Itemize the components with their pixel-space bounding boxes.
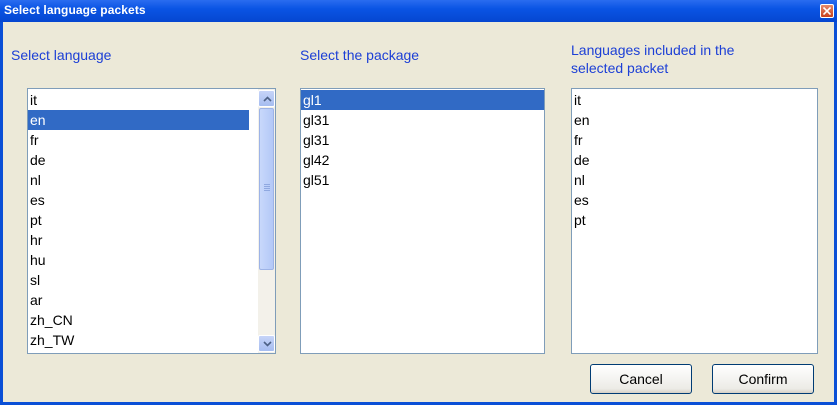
language-list-item[interactable]: ar [28,290,249,310]
included-language-item[interactable]: de [572,150,817,170]
included-language-item[interactable]: pt [572,210,817,230]
close-button[interactable] [820,4,834,18]
cancel-button[interactable]: Cancel [590,364,692,394]
included-language-item[interactable]: nl [572,170,817,190]
included-language-item[interactable]: en [572,110,817,130]
language-list-item[interactable]: hr [28,230,249,250]
title-bar[interactable]: Select language packets [0,0,837,22]
dialog-window: Select language packets Select language … [0,0,837,405]
package-list-item[interactable]: gl31 [301,130,544,150]
scroll-down-button[interactable] [258,335,275,352]
package-list-item[interactable]: gl42 [301,150,544,170]
language-list-item[interactable]: nl [28,170,249,190]
select-package-label: Select the package [300,47,420,63]
package-list-item[interactable]: gl1 [301,90,544,110]
chevron-down-icon [263,341,272,347]
language-list-item[interactable]: sl [28,270,249,290]
package-listbox[interactable]: gl1 gl31 gl31 gl42 gl51 [300,88,545,354]
language-list-item[interactable]: en [28,110,249,130]
dialog-body: Select language Select the package Langu… [3,22,834,402]
included-language-list-items: it en fr de nl es pt [572,90,817,230]
package-list-item[interactable]: gl31 [301,110,544,130]
included-language-item[interactable]: fr [572,130,817,150]
confirm-button[interactable]: Confirm [712,364,814,394]
language-listbox[interactable]: it en fr de nl es pt hr hu sl ar zh_CN zh_TW [27,88,276,354]
language-list-item[interactable]: pt [28,210,249,230]
package-list-item[interactable]: gl51 [301,170,544,190]
scroll-thumb[interactable] [259,108,274,270]
included-language-item[interactable]: es [572,190,817,210]
language-list-item[interactable]: es [28,190,249,210]
languages-included-label-line2: selected packet [571,60,669,76]
language-list-item[interactable]: de [28,150,249,170]
close-icon [823,7,831,15]
language-list-item[interactable]: it [28,90,249,110]
language-list-scrollbar[interactable] [258,89,275,353]
scroll-grip-icon [264,184,270,192]
language-list-item[interactable]: zh_CN [28,310,249,330]
select-language-label: Select language [11,47,112,63]
package-list-items: gl1 gl31 gl31 gl42 gl51 [301,90,544,190]
languages-included-label-line1: Languages included in the [571,42,735,58]
included-language-item[interactable]: it [572,90,817,110]
scroll-up-button[interactable] [258,90,275,107]
language-list-items: it en fr de nl es pt hr hu sl ar zh_CN zh_TW [28,90,249,350]
included-languages-listbox[interactable]: it en fr de nl es pt [571,88,818,354]
language-list-item[interactable]: zh_TW [28,330,249,350]
language-list-item[interactable]: hu [28,250,249,270]
window-title: Select language packets [4,3,146,17]
chevron-up-icon [263,96,272,102]
language-list-item[interactable]: fr [28,130,249,150]
